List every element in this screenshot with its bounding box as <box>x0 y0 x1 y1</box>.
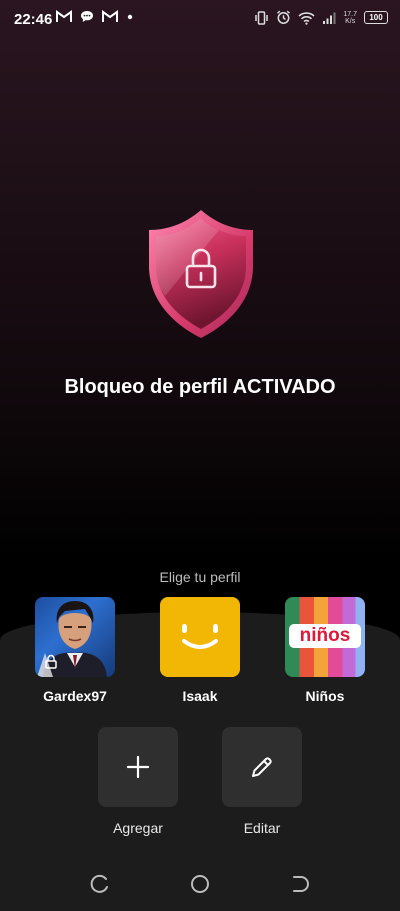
gmail-icon <box>102 10 118 22</box>
profile-name: Niños <box>305 688 345 704</box>
back-icon[interactable] <box>288 872 312 896</box>
profile-lock-status-title: Bloqueo de perfil ACTIVADO <box>64 376 336 398</box>
kids-logo-text: niños <box>289 624 361 648</box>
profile-ninos[interactable]: niños Niños <box>275 597 375 704</box>
chat-bubble-icon <box>81 11 93 22</box>
system-icons: 17.7 K/s 100 <box>254 10 388 25</box>
choose-profile-label: Elige tu perfil <box>159 569 241 585</box>
network-speed: 17.7 K/s <box>343 11 357 25</box>
avatar[interactable]: niños <box>285 597 365 677</box>
network-speed-value: 17.7 <box>343 10 357 18</box>
wifi-icon <box>298 11 315 25</box>
status-time: 22:46 <box>14 11 53 28</box>
profile-name: Gardex97 <box>43 688 107 704</box>
network-speed-unit: K/s <box>345 17 356 25</box>
alarm-icon <box>277 10 291 24</box>
add-profile-tile[interactable] <box>98 727 178 807</box>
shield-lock-icon <box>149 210 253 338</box>
vibrate-icon <box>255 10 269 25</box>
smiley-face-icon <box>182 624 218 649</box>
dot-icon <box>127 14 133 20</box>
edit-profile-button[interactable]: Editar <box>212 727 312 836</box>
status-bar: 22:46 17.7 K/s 100 <box>0 0 400 40</box>
notification-icons <box>56 10 134 23</box>
avatar[interactable] <box>35 597 115 677</box>
signal-icon <box>323 12 336 24</box>
edit-profile-tile[interactable] <box>222 727 302 807</box>
system-navigation-bar <box>0 866 400 902</box>
avatar[interactable] <box>160 597 240 677</box>
home-icon[interactable] <box>188 872 212 896</box>
add-profile-label: Agregar <box>113 820 163 836</box>
add-profile-button[interactable]: Agregar <box>88 727 188 836</box>
profile-isaak[interactable]: Isaak <box>150 597 250 704</box>
plus-icon <box>126 755 150 779</box>
battery-indicator: 100 <box>364 11 388 24</box>
profile-name: Isaak <box>182 688 218 704</box>
profile-gardex97[interactable]: Gardex97 <box>25 597 125 704</box>
pencil-icon <box>252 757 272 777</box>
recents-icon[interactable] <box>88 872 112 896</box>
lock-icon <box>45 654 57 669</box>
edit-profile-label: Editar <box>243 820 281 836</box>
gmail-icon <box>56 10 72 22</box>
